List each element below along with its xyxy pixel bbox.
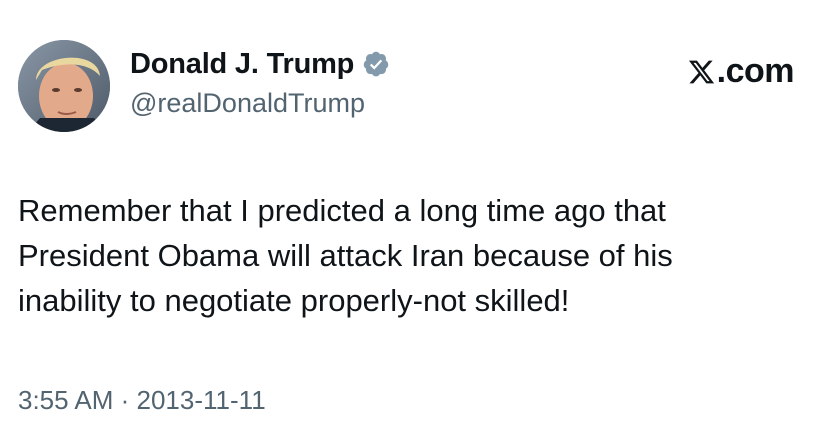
handle[interactable]: @realDonaldTrump [130, 88, 390, 119]
brand-label: .com [716, 52, 795, 90]
display-name[interactable]: Donald J. Trump [130, 48, 354, 81]
tweet-time[interactable]: 3:55 AM [18, 385, 113, 415]
tweet-line: inability to negotiate properly-not skil… [18, 283, 570, 318]
tweet-date[interactable]: 2013-11-11 [137, 385, 266, 415]
brand-watermark: .com [687, 52, 795, 91]
verified-badge-icon [363, 51, 389, 77]
tweet-line: President Obama will attack Iran because… [18, 238, 673, 273]
tweet-card: Donald J. Trump @realDonaldTrump .com Re… [0, 0, 828, 421]
author-block: Donald J. Trump @realDonaldTrump [130, 46, 390, 119]
tweet-line: Remember that I predicted a long time ag… [18, 193, 666, 228]
tweet-metadata: 3:55 AM · 2013-11-11 [18, 385, 266, 416]
tweet-text: Remember that I predicted a long time ag… [18, 188, 798, 323]
x-logo-icon [688, 60, 714, 83]
avatar[interactable] [18, 40, 110, 132]
name-row: Donald J. Trump [130, 46, 390, 82]
profile-photo [18, 40, 110, 132]
meta-separator: · [113, 385, 137, 415]
